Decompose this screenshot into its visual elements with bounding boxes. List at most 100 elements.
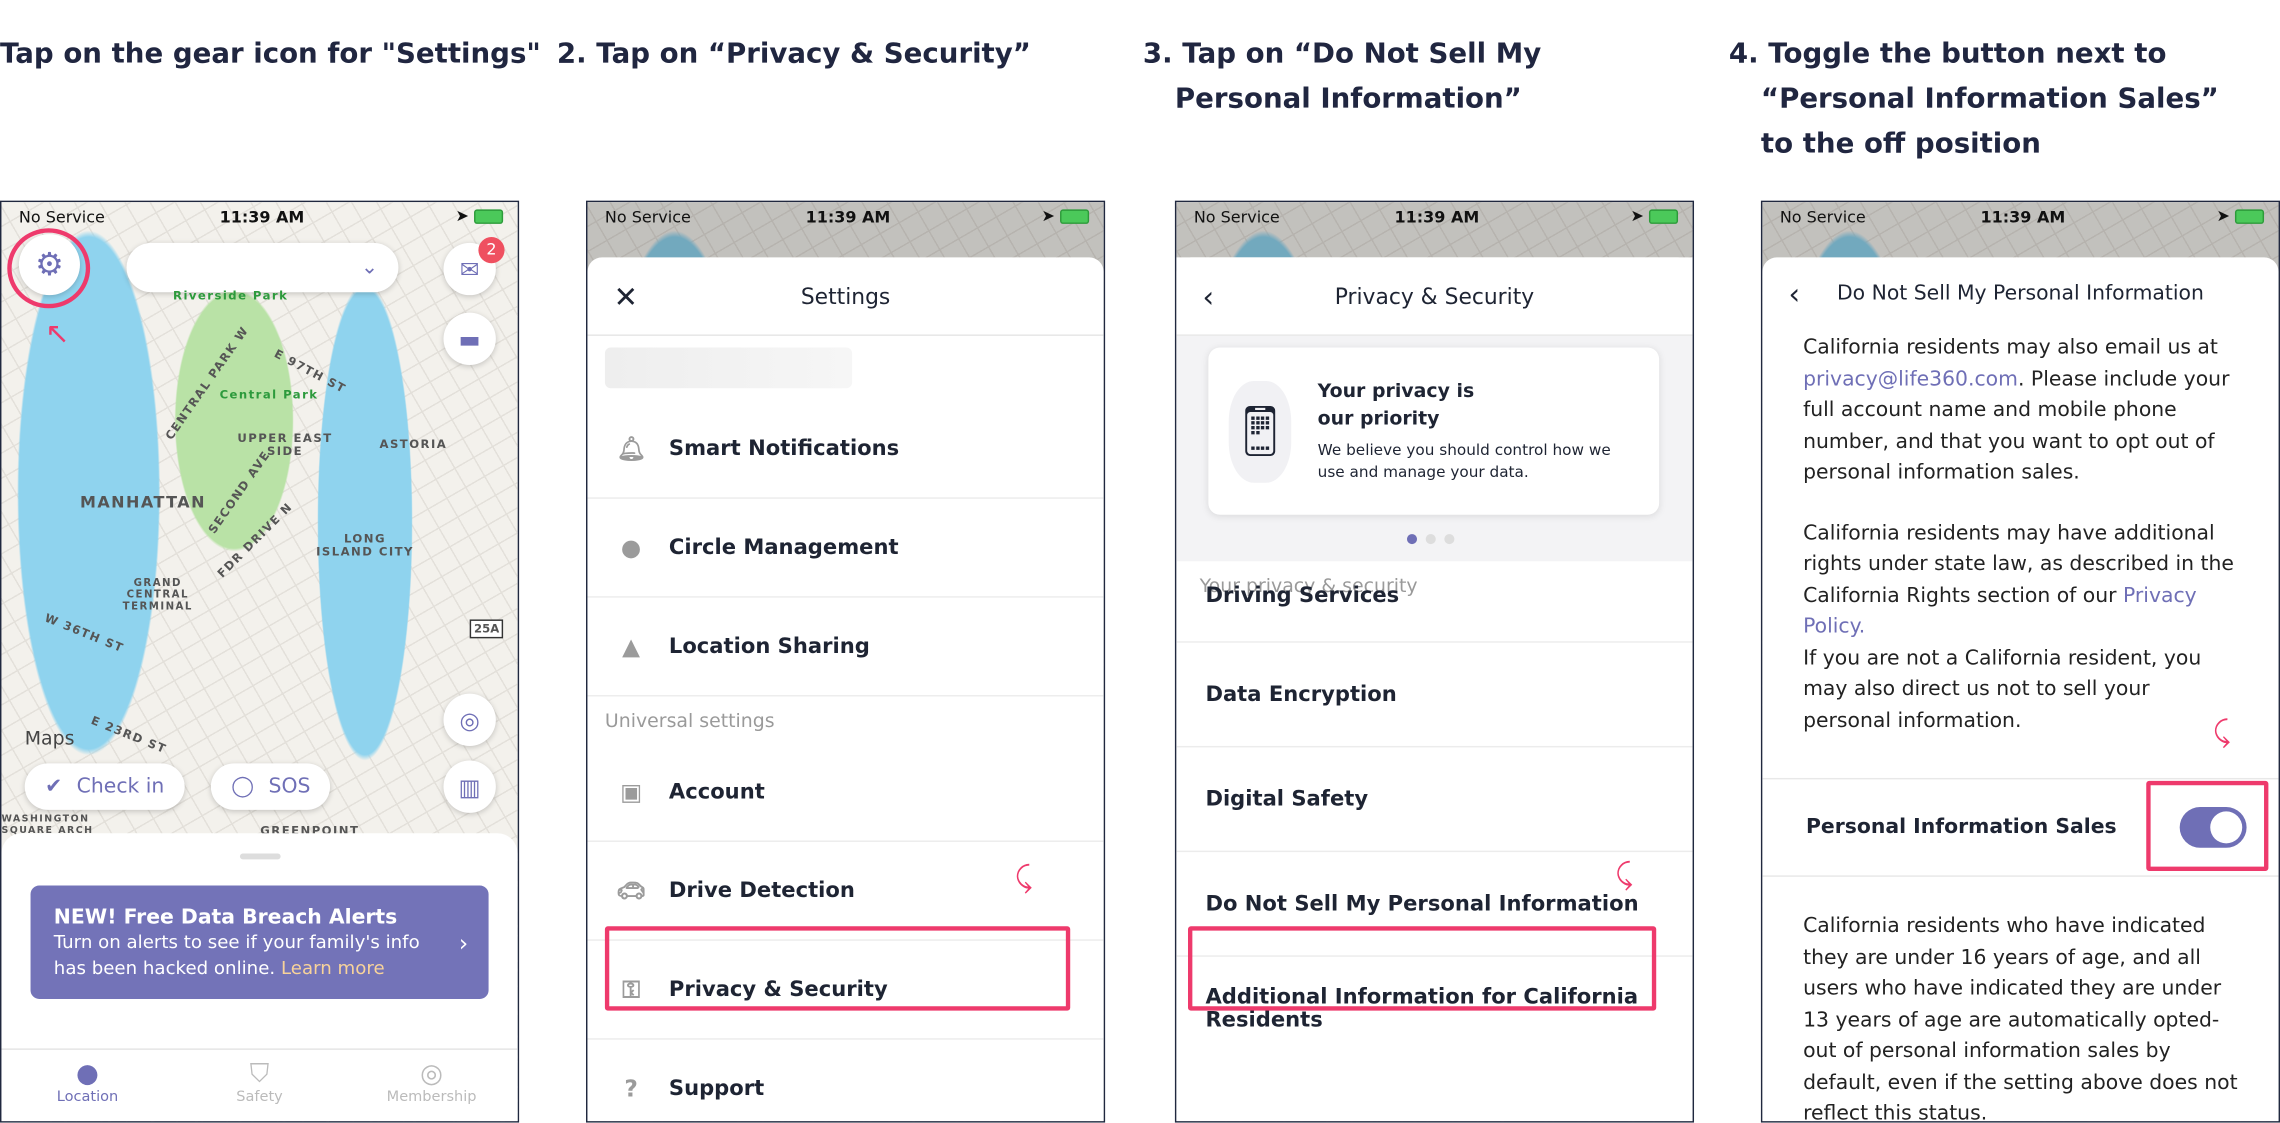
do-not-sell-header: ‹ Do Not Sell My Personal Information: [1762, 257, 2278, 330]
step-1-instruction: Tap on the gear icon for "Settings": [0, 37, 541, 70]
status-bar: No Service 11:39 AM ➤: [1176, 205, 1692, 231]
time: 11:39 AM: [805, 207, 891, 227]
page-title: Privacy & Security: [1334, 282, 1535, 309]
step-text: Toggle the button next to “Personal Info…: [1760, 37, 2219, 160]
text: California residents may also email us a…: [1803, 335, 2218, 360]
time: 11:39 AM: [1394, 207, 1480, 227]
check-in-label: Check in: [76, 775, 165, 799]
badge: 2: [478, 237, 505, 264]
item-label: Circle Management: [668, 535, 899, 560]
privacy-item-digital-safety[interactable]: Digital Safety: [1176, 747, 1693, 853]
status-bar: No Service 11:39 AM ➤: [1762, 205, 2278, 231]
data-breach-banner[interactable]: NEW! Free Data Breach Alerts Turn on ale…: [30, 885, 489, 999]
privacy-header: ‹ Privacy & Security: [1176, 257, 1693, 336]
time: 11:39 AM: [1980, 207, 2066, 227]
page-title: Settings: [800, 282, 891, 309]
arrow-icon: ⤹: [1615, 856, 1633, 892]
recenter-button[interactable]: ◎: [443, 693, 496, 746]
rights-paragraph: California residents may have additional…: [1762, 518, 2278, 737]
settings-header: ✕ Settings: [587, 257, 1104, 336]
map-label: ASTORIA: [379, 437, 448, 451]
settings-item-location-sharing[interactable]: ▲ Location Sharing: [587, 598, 1104, 697]
battery-icon: ➤: [1042, 206, 1090, 225]
highlight-box: [2146, 780, 2269, 872]
tab-membership[interactable]: ◎ Membership: [346, 1050, 518, 1121]
arrow-icon: ⤹: [1014, 859, 1033, 895]
privacy-item-driving-services[interactable]: Driving Services: [1176, 584, 1693, 643]
text: If you are not a California resident, yo…: [1803, 646, 2202, 733]
item-label: Support: [668, 1076, 765, 1101]
step-text: Tap on “Do Not Sell My Personal Informat…: [1174, 37, 1542, 115]
page-title: Do Not Sell My Personal Information: [1837, 282, 2204, 306]
time: 11:39 AM: [219, 207, 305, 227]
back-icon[interactable]: ‹: [1789, 276, 1801, 311]
check-icon: ✔: [45, 775, 63, 799]
phone-screen-do-not-sell: No Service 11:39 AM ➤ ‹ Do Not Sell My Pers…: [1760, 200, 2280, 1123]
chevron-right-icon: ›: [458, 929, 469, 957]
privacy-carousel[interactable]: 📱︎ Your privacy is our priority We believ…: [1176, 335, 1693, 562]
battery-icon: ➤: [2216, 206, 2265, 225]
tab-location[interactable]: ● Location: [1, 1050, 173, 1121]
settings-item-smart-notifications[interactable]: 🔔︎ Smart Notifications: [587, 400, 1104, 499]
step-number: 4.: [1728, 37, 1759, 70]
map-label: GRAND CENTRAL TERMINAL: [122, 577, 193, 613]
step-number: 2.: [556, 37, 587, 70]
drag-handle[interactable]: [239, 853, 280, 860]
tab-label: Safety: [236, 1089, 283, 1106]
email-link[interactable]: privacy@life360.com: [1803, 367, 2018, 390]
apple-maps-logo: Maps: [24, 728, 75, 751]
circle-selector[interactable]: ⌄: [126, 242, 399, 293]
battery-icon: ➤: [1630, 206, 1679, 225]
sos-button[interactable]: ◯ SOS: [210, 763, 331, 810]
chat-icon: ▬: [458, 324, 481, 353]
tab-bar: ● Location ⛉ Safety ◎ Membership: [1, 1048, 518, 1122]
card-title: Your privacy is our priority: [1317, 380, 1475, 431]
status-bar: No Service 11:39 AM ➤: [1, 205, 517, 231]
item-label: Smart Notifications: [668, 436, 900, 461]
learn-more-link[interactable]: Learn more: [281, 957, 385, 979]
location-arrow-icon: ▲: [622, 632, 641, 661]
membership-icon: ◎: [420, 1058, 444, 1090]
item-label: Driving Services: [1205, 584, 1400, 608]
toggle-label: Personal Information Sales: [1805, 815, 2117, 840]
highlight-circle: [7, 228, 91, 309]
privacy-item-data-encryption[interactable]: Data Encryption: [1176, 643, 1693, 748]
carrier: No Service: [18, 207, 105, 227]
sos-ring-icon: ◯: [231, 775, 254, 799]
mail-icon: ✉: [459, 255, 480, 283]
step-4-instruction: 4. Toggle the button next to “Personal I…: [1729, 32, 2223, 167]
carrier: No Service: [604, 207, 691, 227]
settings-item-circle-management[interactable]: ● Circle Management: [587, 499, 1104, 598]
step-number: 3.: [1142, 37, 1173, 70]
arrow-icon: ⤹: [2213, 713, 2231, 749]
item-label: Drive Detection: [668, 879, 855, 903]
map-label: MANHATTAN: [79, 492, 206, 512]
step-text: Tap on “Privacy & Security”: [596, 37, 1031, 70]
battery-icon: ➤: [456, 206, 504, 225]
privacy-card: 📱︎ Your privacy is our priority We believ…: [1208, 347, 1660, 515]
highlight-box: [604, 926, 1071, 1011]
settings-item-support[interactable]: ? Support: [587, 1040, 1103, 1121]
carrier: No Service: [1193, 207, 1280, 227]
phone-screen-settings: No Service 11:39 AM ➤ ✕ Settings 🔔︎ Smart No…: [586, 200, 1106, 1123]
close-icon[interactable]: ✕: [614, 278, 638, 313]
chevron-down-icon: ⌄: [361, 255, 379, 280]
section-header: Universal settings: [604, 711, 775, 733]
settings-item-account[interactable]: ▣ Account: [587, 743, 1104, 842]
check-in-button[interactable]: ✔ Check in: [24, 763, 185, 810]
back-icon[interactable]: ‹: [1203, 278, 1215, 313]
help-icon: ?: [624, 1074, 638, 1103]
carrier: No Service: [1779, 207, 1866, 227]
person-icon: ●: [76, 1058, 99, 1090]
minors-paragraph: California residents who have indicated …: [1803, 914, 2238, 1123]
map-label: UPPER EAST SIDE: [237, 431, 333, 459]
chat-button[interactable]: ▬: [443, 312, 496, 365]
item-label: Digital Safety: [1205, 787, 1369, 811]
banner-title: NEW! Free Data Breach Alerts: [53, 905, 398, 930]
tab-safety[interactable]: ⛉ Safety: [174, 1050, 346, 1121]
map-type-button[interactable]: ▥: [443, 760, 496, 813]
route-shield: 25A: [469, 619, 504, 639]
email-paragraph: California residents may also email us a…: [1762, 333, 2278, 489]
phone-screen-privacy: No Service 11:39 AM ➤ ‹ Privacy & Security …: [1174, 200, 1695, 1123]
car-icon: 🚗︎: [616, 876, 647, 905]
